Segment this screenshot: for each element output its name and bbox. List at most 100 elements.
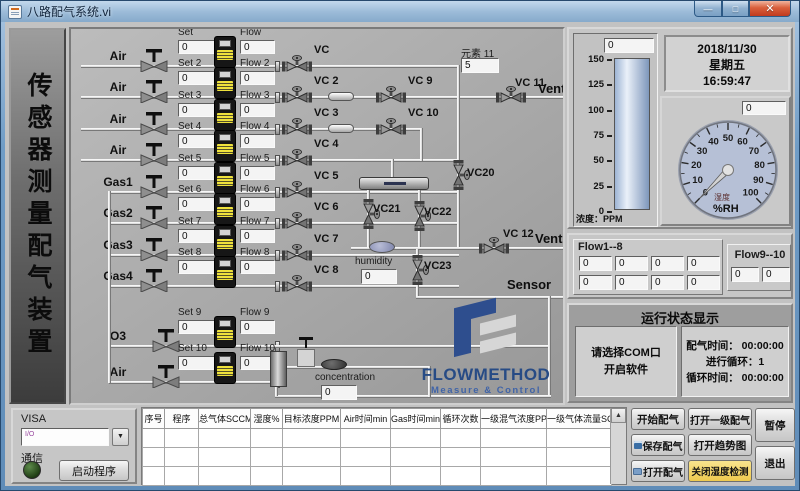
row-10-set-input[interactable]: 0 — [178, 356, 215, 370]
labview-vi-icon — [8, 5, 22, 19]
table-cell[interactable] — [391, 429, 441, 448]
loop-valve[interactable] — [297, 349, 315, 367]
row-7-mfc-icon — [214, 225, 236, 257]
vc12-valve[interactable] — [479, 237, 509, 261]
row-3-set-input[interactable]: 0 — [178, 103, 215, 117]
row-8-set-input[interactable]: 0 — [178, 260, 215, 274]
minimize-button[interactable]: — — [694, 1, 722, 17]
row-1-set-input[interactable]: 0 — [178, 40, 215, 54]
table-cell[interactable] — [283, 467, 341, 486]
row-4-vc-valve[interactable] — [282, 149, 312, 173]
row-8-flow-label: Flow 8 — [240, 247, 269, 258]
table-cell[interactable] — [283, 448, 341, 467]
row-2-vc-valve[interactable] — [282, 86, 312, 110]
row-4-manual-valve[interactable] — [139, 142, 169, 166]
table-cell[interactable] — [481, 448, 547, 467]
table-cell[interactable] — [251, 467, 283, 486]
row-8-manual-valve[interactable] — [139, 268, 169, 292]
row-7-vc-valve[interactable] — [282, 244, 312, 268]
row-6-manual-valve[interactable] — [139, 205, 169, 229]
row-7-manual-valve[interactable] — [139, 237, 169, 261]
table-cell[interactable] — [251, 429, 283, 448]
table-cell[interactable] — [441, 429, 481, 448]
table-cell[interactable] — [481, 429, 547, 448]
table-cell[interactable] — [165, 467, 199, 486]
table-cell[interactable] — [341, 429, 391, 448]
close-button[interactable]: ✕ — [749, 1, 791, 17]
table-cell[interactable] — [391, 448, 441, 467]
row-1-manual-valve[interactable] — [139, 48, 169, 72]
table-cell[interactable] — [547, 467, 612, 486]
row-5-manual-valve[interactable] — [139, 174, 169, 198]
tank-tick-label: 125 — [580, 79, 604, 90]
table-cell[interactable] — [441, 467, 481, 486]
table-cell[interactable] — [283, 429, 341, 448]
table-cell[interactable] — [199, 448, 251, 467]
row-9-manual-valve[interactable] — [151, 328, 181, 352]
table-cell[interactable] — [143, 448, 165, 467]
open-primary-gas-button[interactable]: 打开一级配气 — [688, 408, 752, 430]
row-2-manual-valve[interactable] — [139, 79, 169, 103]
row-5-vc-valve[interactable] — [282, 181, 312, 205]
table-cell[interactable] — [441, 448, 481, 467]
row-3-extra-vc-valve[interactable] — [376, 118, 406, 142]
row-1-vc-valve[interactable] — [282, 55, 312, 79]
pause-button[interactable]: 暂停 — [755, 408, 795, 442]
row-5-set-input[interactable]: 0 — [178, 166, 215, 180]
row-3-manual-valve[interactable] — [139, 111, 169, 135]
row-8-vc-valve[interactable] — [282, 275, 312, 299]
table-cell[interactable] — [547, 429, 612, 448]
humidity-gauge-panel: 0 0102030405060708090100湿度%RH — [660, 96, 791, 226]
start-gas-button[interactable]: 开始配气 — [631, 408, 685, 430]
title-bar[interactable]: 八路配气系统.vi — [1, 1, 799, 22]
clock-date: 2018/11/30 — [666, 41, 788, 57]
open-gas-button[interactable]: 打开配气 — [631, 460, 685, 482]
save-icon — [634, 441, 642, 449]
row-9-set-input[interactable]: 0 — [178, 320, 215, 334]
row-1-mfc-icon — [214, 36, 236, 68]
table-cell[interactable] — [199, 467, 251, 486]
visa-panel: VISA I/O ▼ 通信 启动程序 — [11, 408, 137, 484]
save-gas-button[interactable]: 保存配气 — [631, 434, 685, 456]
row-10-manual-valve[interactable] — [151, 364, 181, 388]
flow18-value-6: 0 — [615, 275, 648, 290]
table-cell[interactable] — [143, 467, 165, 486]
element11-input[interactable]: 5 — [461, 58, 499, 73]
visa-resource-combo[interactable]: I/O — [21, 428, 109, 446]
table-cell[interactable] — [391, 467, 441, 486]
table-scrollbar[interactable]: ▲ — [610, 408, 626, 484]
vc11-valve[interactable] — [496, 86, 526, 110]
start-program-button[interactable]: 启动程序 — [59, 460, 129, 481]
row-1-vc-label: VC — [314, 44, 329, 56]
table-cell[interactable] — [165, 448, 199, 467]
visa-dropdown-button[interactable]: ▼ — [112, 428, 129, 446]
row-2-extra-vc-valve[interactable] — [376, 86, 406, 110]
row-3-vc-valve[interactable] — [282, 118, 312, 142]
tank-tick-label: 75 — [580, 130, 604, 141]
row-6-vc-valve[interactable] — [282, 212, 312, 236]
row-8-vc-label: VC 8 — [314, 264, 338, 276]
table-cell[interactable] — [199, 429, 251, 448]
table-cell[interactable] — [341, 467, 391, 486]
table-cell[interactable] — [251, 448, 283, 467]
scroll-up-arrow[interactable]: ▲ — [611, 408, 626, 423]
row-7-set-input[interactable]: 0 — [178, 229, 215, 243]
row-2-set-input[interactable]: 0 — [178, 71, 215, 85]
table-cell[interactable] — [165, 429, 199, 448]
table-cell[interactable] — [143, 429, 165, 448]
table-cell[interactable] — [547, 448, 612, 467]
maximize-button[interactable]: □ — [722, 1, 749, 17]
svg-text:50: 50 — [723, 133, 734, 144]
flow18-value-8: 0 — [687, 275, 720, 290]
exit-button[interactable]: 退出 — [755, 446, 795, 480]
row-4-set-input[interactable]: 0 — [178, 134, 215, 148]
humidity-value: 0 — [361, 269, 397, 284]
flow910-label: Flow9--10 — [730, 249, 790, 261]
table-cell[interactable] — [341, 448, 391, 467]
table-cell[interactable] — [481, 467, 547, 486]
svg-text:90: 90 — [753, 175, 764, 186]
tank-tick-mark — [607, 84, 612, 86]
open-trend-button[interactable]: 打开趋势图 — [688, 434, 752, 456]
close-humidity-button[interactable]: 关闭湿度检测 — [688, 460, 752, 482]
row-6-set-input[interactable]: 0 — [178, 197, 215, 211]
